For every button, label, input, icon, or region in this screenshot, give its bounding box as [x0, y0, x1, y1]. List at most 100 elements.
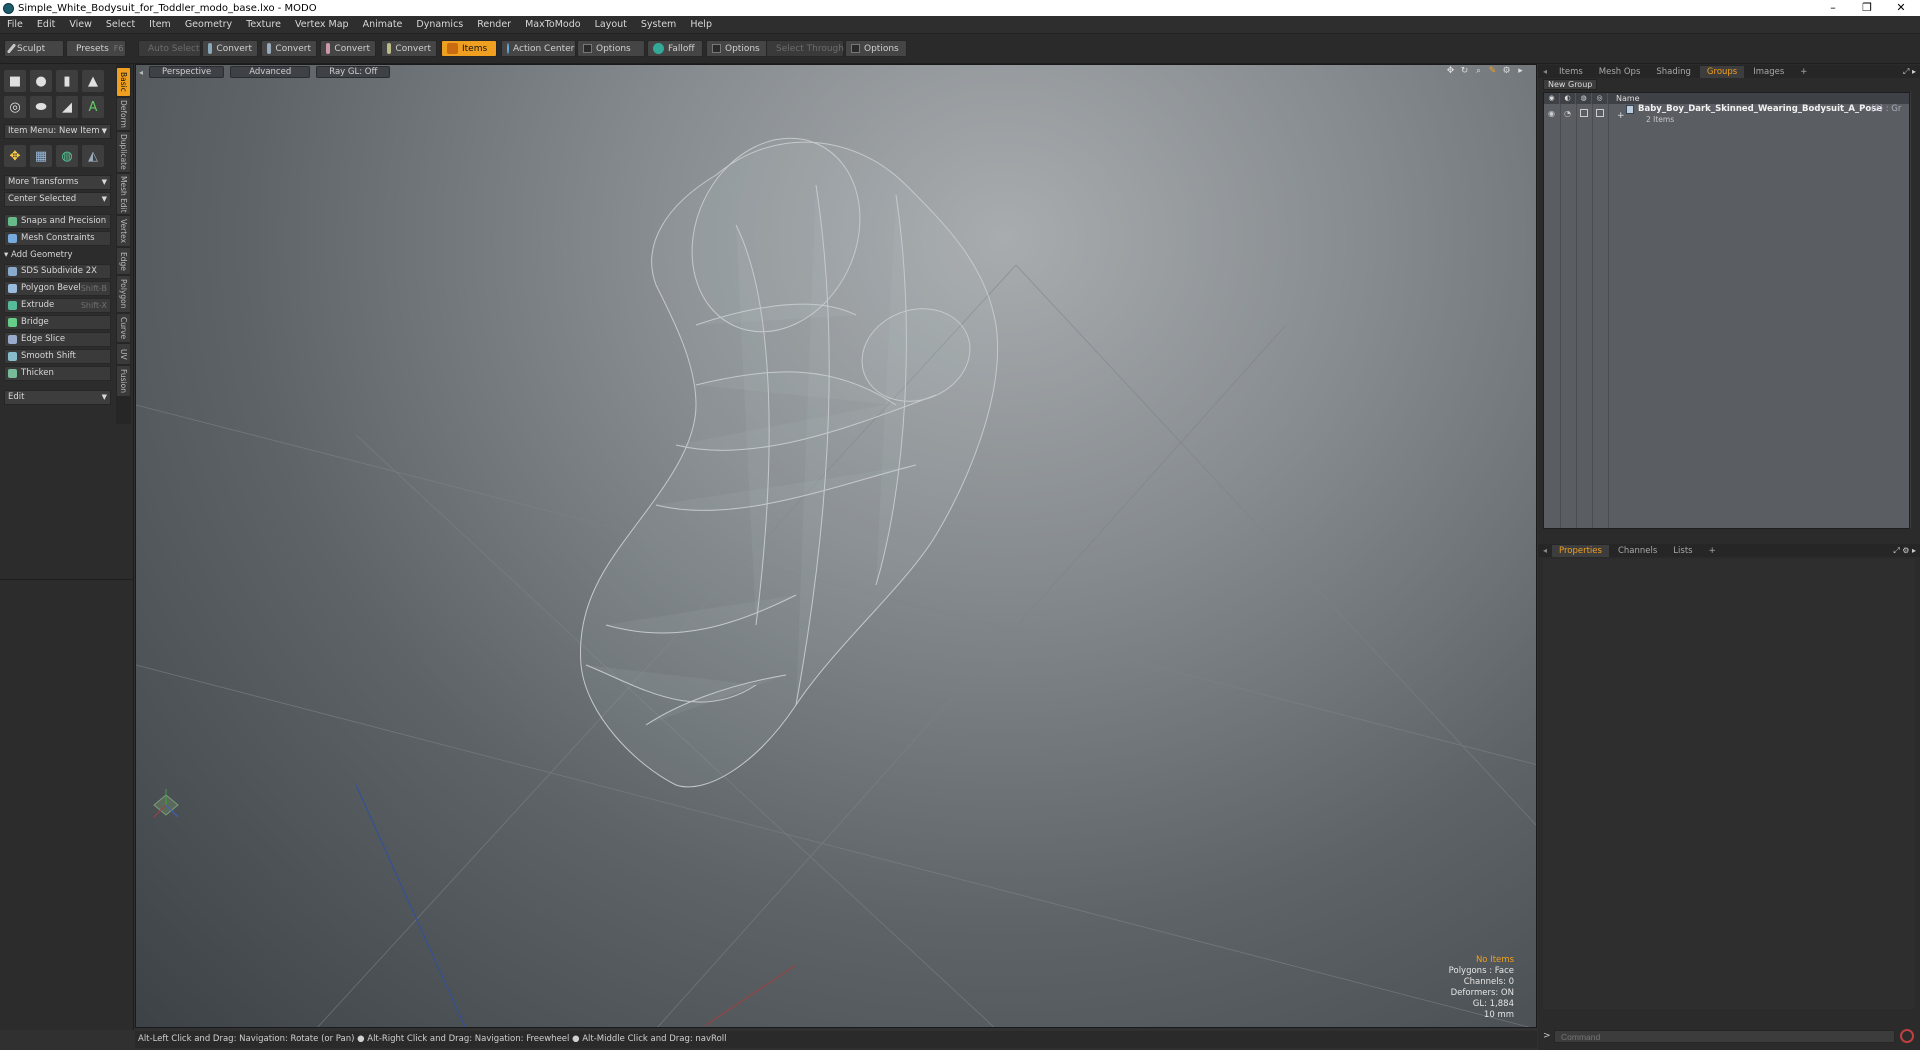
tab-fusion[interactable]: Fusion — [117, 366, 130, 396]
presets-button[interactable]: Presets F6 — [66, 40, 126, 57]
group-row[interactable]: ◉ ◔ + Baby_Boy_Dark_Skinned_Wearing_Body… — [1544, 104, 1909, 127]
panel-menu-icon[interactable]: ◂ — [1538, 67, 1552, 76]
capsule-icon[interactable]: ⬬ — [30, 96, 52, 118]
menu-maxtomodo[interactable]: MaxToModo — [518, 19, 588, 30]
move-icon[interactable]: ✥ — [4, 145, 26, 167]
pan-icon[interactable]: ✥ — [1445, 66, 1456, 77]
center-selected-dropdown[interactable]: Center Selected ▼ — [4, 192, 111, 207]
bridge-button[interactable]: Bridge — [4, 315, 111, 330]
falloff-button[interactable]: Falloff — [647, 40, 703, 57]
action-center-options-button[interactable]: Options — [577, 40, 645, 57]
expand-arrow-icon[interactable]: ▸ — [1515, 66, 1526, 77]
smooth-shift-button[interactable]: Smooth Shift — [4, 349, 111, 364]
advanced-button[interactable]: Advanced — [230, 66, 311, 78]
tab-lists[interactable]: Lists — [1666, 545, 1699, 557]
menu-texture[interactable]: Texture — [239, 19, 288, 30]
menu-vertex-map[interactable]: Vertex Map — [288, 19, 356, 30]
tab-deform[interactable]: Deform — [117, 98, 130, 130]
cube-icon[interactable]: ■ — [4, 70, 26, 92]
render-toggle-icon[interactable] — [1580, 109, 1588, 117]
menu-help[interactable]: Help — [683, 19, 719, 30]
3d-viewport[interactable]: ◂ Perspective Advanced Ray GL: Off ✥ ↻ ⌕… — [135, 64, 1537, 1028]
tab-channels[interactable]: Channels — [1611, 545, 1664, 557]
menu-render[interactable]: Render — [470, 19, 518, 30]
menu-edit[interactable]: Edit — [30, 19, 62, 30]
rotate-view-icon[interactable]: ↻ — [1459, 66, 1470, 77]
sphere-icon[interactable]: ● — [30, 70, 52, 92]
tab-edge[interactable]: Edge — [117, 248, 130, 274]
tab-mesh-edit[interactable]: Mesh Edit — [117, 174, 130, 214]
sds-subdivide-button[interactable]: SDS Subdivide 2X — [4, 264, 111, 279]
rotate-icon[interactable]: ◍ — [56, 145, 78, 167]
maximize-button[interactable]: ❐ — [1850, 0, 1884, 16]
tab-images[interactable]: Images — [1746, 66, 1791, 78]
menu-file[interactable]: File — [0, 19, 30, 30]
scale-icon[interactable]: ◭ — [82, 145, 104, 167]
cylinder-icon[interactable]: ▮ — [56, 70, 78, 92]
perspective-button[interactable]: Perspective — [149, 66, 225, 78]
edge-slice-button[interactable]: Edge Slice — [4, 332, 111, 347]
tab-properties[interactable]: Properties — [1552, 544, 1609, 557]
zoom-icon[interactable]: ⌕ — [1473, 66, 1484, 77]
eye-icon[interactable]: ◉ — [1544, 93, 1560, 104]
torus-icon[interactable]: ◎ — [4, 96, 26, 118]
menu-layout[interactable]: Layout — [588, 19, 634, 30]
wedge-icon[interactable]: ◢ — [56, 96, 78, 118]
text-icon[interactable]: A — [82, 96, 104, 118]
panel-menu-icon[interactable]: ◂ — [1538, 546, 1552, 555]
add-geometry-header[interactable]: ▾ Add Geometry — [4, 250, 73, 260]
snaps-precision-button[interactable]: Snaps and Precision — [4, 214, 111, 229]
lock-icon[interactable]: ◔ — [1564, 109, 1571, 118]
expand-panel-icon[interactable]: ⤢ ⚙ ▸ — [1893, 546, 1916, 556]
select-through-options-button[interactable]: Options — [845, 40, 907, 57]
mesh-constraints-button[interactable]: Mesh Constraints — [4, 231, 111, 246]
convert-polygons-button[interactable]: Convert — [320, 40, 376, 57]
menu-item[interactable]: Item — [142, 19, 178, 30]
groups-scrollbar[interactable] — [1910, 92, 1916, 529]
new-group-button[interactable]: New Group — [1543, 79, 1598, 90]
menu-view[interactable]: View — [62, 19, 99, 30]
convert-edges-button[interactable]: Convert — [261, 40, 317, 57]
lock-icon[interactable]: ◐ — [1560, 93, 1576, 104]
edit-dropdown[interactable]: Edit ▼ — [4, 390, 111, 405]
add-tab-icon[interactable]: + — [1702, 545, 1723, 557]
tab-basic[interactable]: Basic — [117, 68, 130, 96]
viewport-menu-icon[interactable]: ◂ — [139, 68, 143, 77]
sculpt-button[interactable]: Sculpt — [4, 40, 64, 57]
tab-shading[interactable]: Shading — [1649, 66, 1698, 78]
items-mode-button[interactable]: Items — [441, 40, 497, 57]
thicken-button[interactable]: Thicken — [4, 366, 111, 381]
tab-polygon[interactable]: Polygon — [117, 276, 130, 312]
close-button[interactable]: ✕ — [1884, 0, 1918, 16]
more-transforms-dropdown[interactable]: More Transforms ▼ — [4, 175, 111, 190]
tab-curve[interactable]: Curve — [117, 314, 130, 342]
item-menu-dropdown[interactable]: Item Menu: New Item ▼ — [4, 124, 111, 139]
expand-panel-icon[interactable]: ⤢ ▸ — [1903, 67, 1916, 77]
polygon-bevel-button[interactable]: Polygon Bevel Shift-B — [4, 281, 111, 296]
render-icon[interactable]: ◍ — [1576, 93, 1592, 104]
raygl-button[interactable]: Ray GL: Off — [316, 66, 391, 78]
tab-uv[interactable]: UV — [117, 344, 130, 364]
select-icon[interactable]: ◎ — [1592, 93, 1608, 104]
tab-groups[interactable]: Groups — [1699, 65, 1745, 78]
minimize-button[interactable]: – — [1816, 0, 1850, 16]
auto-select-button[interactable]: Auto Select — [138, 40, 201, 57]
add-tab-icon[interactable]: + — [1793, 66, 1814, 78]
menu-system[interactable]: System — [634, 19, 683, 30]
expand-plus-icon[interactable]: + — [1617, 111, 1625, 121]
menu-dynamics[interactable]: Dynamics — [409, 19, 470, 30]
select-toggle-icon[interactable] — [1596, 109, 1604, 117]
convert-items-button[interactable]: Convert — [381, 40, 437, 57]
extrude-button[interactable]: Extrude Shift-X — [4, 298, 111, 313]
tab-mesh-ops[interactable]: Mesh Ops — [1592, 66, 1648, 78]
tab-vertex[interactable]: Vertex — [117, 216, 130, 246]
edit-view-icon[interactable]: ✎ — [1487, 66, 1498, 77]
cone-icon[interactable]: ▲ — [82, 70, 104, 92]
grid-icon[interactable]: ▦ — [30, 145, 52, 167]
name-column-header[interactable]: Name — [1608, 93, 1640, 104]
select-through-button[interactable]: Select Through — [766, 40, 844, 57]
menu-geometry[interactable]: Geometry — [178, 19, 239, 30]
action-center-button[interactable]: Action Center — [501, 40, 576, 57]
command-input[interactable] — [1554, 1030, 1895, 1043]
menu-select[interactable]: Select — [99, 19, 142, 30]
